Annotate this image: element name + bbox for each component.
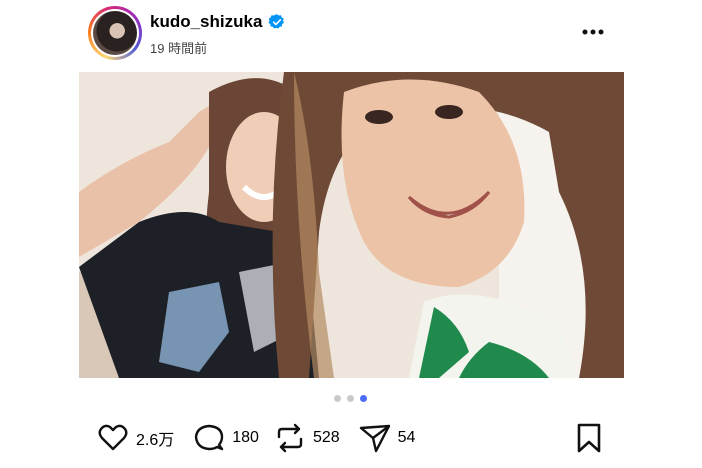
like-button[interactable]: 2.6万 [96,421,174,455]
share-button[interactable]: 54 [358,421,416,455]
like-count: 2.6万 [136,432,175,449]
post-timestamp: 19 時間前 [150,41,208,56]
avatar[interactable] [88,6,142,60]
comment-button[interactable]: 180 [192,421,259,455]
verified-badge-icon [268,14,285,29]
carousel-dot[interactable] [334,395,341,402]
carousel-indicator [334,395,367,402]
post-photo-illustration [79,72,624,378]
bookmark-icon[interactable] [574,422,604,454]
post-image[interactable] [79,72,624,378]
post-header: kudo_shizuka [150,12,286,32]
repost-count: 528 [312,429,340,446]
carousel-dot-active[interactable] [360,395,367,402]
comment-count: 180 [232,429,259,446]
more-horizontal-icon[interactable] [580,22,606,42]
username-link[interactable]: kudo_shizuka [150,12,262,32]
heart-icon [98,424,128,451]
instagram-post: kudo_shizuka 19 時間前 2.6万 180 528 54 [0,0,702,468]
comment-icon [195,424,224,451]
repost-button[interactable]: 528 [273,421,340,455]
share-count: 54 [397,429,416,446]
action-bar: 2.6万 180 528 54 [96,420,415,456]
avatar-frame [91,9,139,57]
carousel-dot[interactable] [347,395,354,402]
repost-icon [277,423,303,453]
avatar-image [93,11,137,55]
send-icon [359,424,390,453]
